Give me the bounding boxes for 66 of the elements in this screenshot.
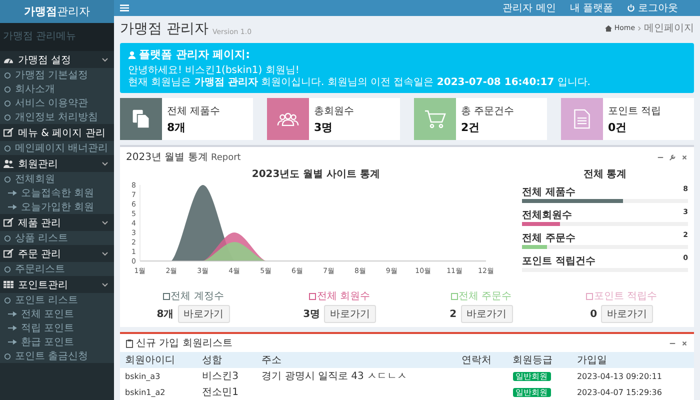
alert-text: 안녕하세요! 비스킨1(bskin1) 회원님! — [128, 65, 300, 77]
table-cell: 경기 광명시 일직로 43 ㅅㄷㄴㅅ — [262, 371, 408, 382]
grade-badge: 일반회원 — [512, 388, 551, 396]
legend-value: 0 — [590, 308, 598, 320]
breadcrumb-current: 메인페이지 — [644, 22, 694, 35]
column-header: 연락처 — [456, 352, 508, 368]
table-cell: 비스킨3 — [202, 371, 238, 382]
legend-value: 3명 — [303, 308, 320, 321]
totals-title: 전체 통계 — [582, 168, 628, 181]
stat-label: 포인트 적립 — [608, 104, 662, 118]
legend-value: 8개 — [156, 308, 174, 321]
page-title: 가맹점 관리자 — [120, 20, 208, 38]
section-label: 포인트관리 — [18, 278, 69, 292]
table-cell: bskin1_a2 — [125, 388, 166, 396]
menu-item-label: 오늘가입한 회원 — [21, 201, 94, 214]
legend-label: 포인트 적립수 — [594, 290, 658, 303]
menu-item-label: 전체 포인트 — [21, 308, 74, 321]
chart-title: 2023년도 월별 사이트 통계 — [250, 168, 382, 181]
alert-title: 플랫폼 관리자 페이지: — [139, 47, 250, 62]
stat-label: 전체 제품수 — [167, 104, 220, 118]
menu-item-label: 주문리스트 — [15, 263, 65, 276]
section-label: 가맹점 설정 — [18, 54, 72, 66]
column-header: 성함 — [197, 352, 257, 368]
menu-item-label: 메인페이지 배너관리 — [15, 142, 108, 155]
legend-value: 2 — [450, 308, 457, 320]
panel-title: 신규 가입 회원리스트 — [136, 337, 232, 350]
grade-badge: 일반회원 — [512, 372, 551, 380]
stat-label: 총 주문건수 — [461, 104, 514, 118]
menu-item-label: 서비스 이용약관 — [15, 97, 88, 110]
stat-value: 8개 — [167, 120, 187, 134]
progress-label: 전체회원수 — [522, 209, 572, 222]
stat-value: 3명 — [314, 120, 334, 134]
stat-value: 2건 — [461, 120, 481, 134]
menu-item-label: 개인정보 처리방침 — [15, 111, 98, 124]
menu-item-label: 오늘접속한 회원 — [21, 187, 94, 200]
column-header: 회원등급 — [508, 352, 572, 368]
section-label: 제품 관리 — [18, 216, 62, 230]
legend-label: 전체 회원수 — [317, 290, 370, 303]
sidebar-title: 가맹점 관리메뉴 — [0, 23, 114, 51]
menu-item-label: 회사소개 — [15, 83, 55, 96]
progress-label: 포인트 적립건수 — [522, 255, 596, 268]
menu-item-label: 전체회원 — [15, 173, 55, 186]
table-cell: 2023-04-13 09:20:11 — [576, 372, 662, 380]
menu-item-label: 상품 리스트 — [15, 232, 68, 245]
column-header: 회원아이디 — [120, 352, 198, 368]
legend-label: 전체 계정수 — [170, 290, 224, 303]
table-cell: bskin_a3 — [125, 372, 160, 380]
stat-value: 0건 — [608, 120, 628, 134]
menu-item-label: 환급 포인트 — [21, 336, 74, 349]
table-cell: 전소민1 — [202, 387, 238, 398]
column-header: 주소 — [256, 352, 456, 368]
stat-label: 총회원수 — [314, 104, 354, 118]
menu-item-label: 포인트 리스트 — [15, 294, 78, 307]
panel-title: 2023년 월별 통계 Report — [126, 151, 241, 164]
menu-item-label: 가맹점 기본설정 — [15, 69, 88, 82]
section-label: 주문 관리 — [18, 248, 62, 260]
table-cell: 2023-04-07 15:29:36 — [576, 388, 662, 396]
section-label: 회원관리 — [18, 158, 59, 170]
section-label: 메뉴 & 페이지 관리 — [18, 126, 106, 140]
progress-label: 전체 주문수 — [522, 232, 576, 245]
column-header: 가입일 — [572, 352, 694, 368]
menu-item-label: 적립 포인트 — [21, 322, 74, 335]
progress-label: 전체 제품수 — [522, 186, 576, 199]
legend-label: 전체 주문수 — [458, 290, 512, 303]
menu-item-label: 포인트 출금신청 — [15, 350, 88, 363]
alert-text: 현재 회원님은 가맹점 관리자 회원이십니다. 회원님의 이전 접속일은 2023-07-08 16:40:17 입니다. — [128, 77, 592, 89]
